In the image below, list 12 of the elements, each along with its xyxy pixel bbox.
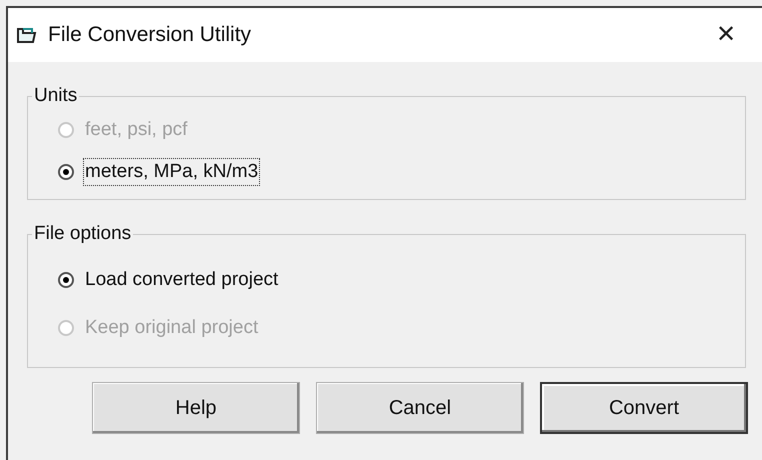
window-icon xyxy=(16,25,38,45)
dialog-button[interactable]: Help xyxy=(92,382,300,434)
window-title: File Conversion Utility xyxy=(48,22,252,48)
group-title: Units xyxy=(33,84,78,108)
dialog-button[interactable]: Convert xyxy=(540,382,748,434)
radio-button[interactable] xyxy=(58,272,74,288)
dialog-button[interactable]: Cancel xyxy=(316,382,524,434)
option-label[interactable]: Load converted project xyxy=(84,266,280,292)
option-label[interactable]: meters, MPa, kN/m3 xyxy=(84,158,260,184)
group-title: File options xyxy=(33,222,132,246)
close-button[interactable]: ✕ xyxy=(706,15,746,55)
radio-button[interactable] xyxy=(58,164,74,180)
